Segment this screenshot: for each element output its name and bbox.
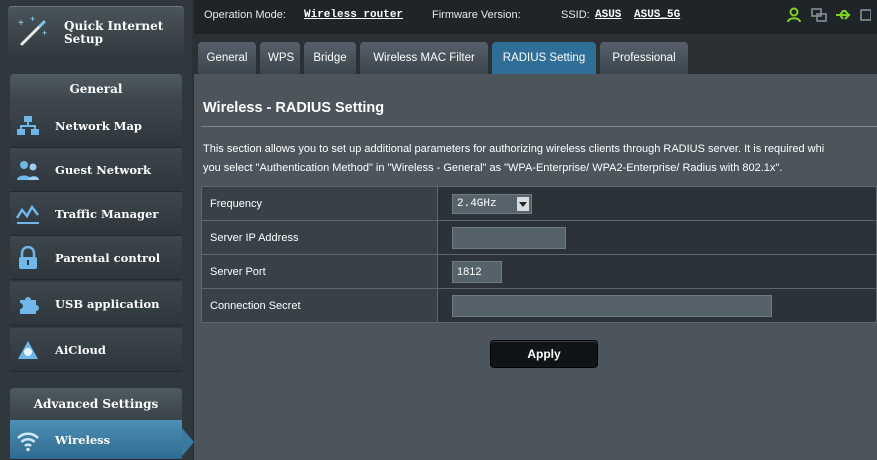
traffic-manager-icon [16, 204, 39, 224]
sidebar-item-label: AiCloud [55, 343, 106, 357]
tab-general[interactable]: General [198, 42, 256, 74]
tab-bar: General WPS Bridge Wireless MAC Filter R… [194, 34, 877, 74]
sidebar: + + + Quick Internet Setup General Netwo… [0, 0, 194, 460]
tab-radius-setting[interactable]: RADIUS Setting [492, 42, 596, 74]
advanced-settings-header: Advanced Settings [10, 388, 182, 420]
dropdown-arrow-icon[interactable] [517, 196, 529, 211]
server-ip-input[interactable] [452, 226, 566, 249]
radius-settings-table: Frequency 2.4GHz Server IP Address Serve… [201, 186, 877, 323]
connection-secret-input[interactable] [452, 294, 772, 317]
sidebar-item-label: Guest Network [55, 163, 152, 177]
title-divider [201, 126, 877, 127]
tab-wps[interactable]: WPS [260, 42, 300, 74]
sidebar-item-aicloud[interactable]: AiCloud [10, 328, 182, 372]
server-ip-cell [437, 220, 877, 255]
frequency-cell: 2.4GHz [437, 186, 877, 221]
svg-text:+: + [42, 28, 47, 38]
tab-professional[interactable]: Professional [600, 42, 688, 74]
devices-icon[interactable] [811, 7, 827, 23]
wifi-icon [17, 432, 39, 452]
user-icon[interactable] [786, 7, 802, 23]
table-row: Frequency 2.4GHz [201, 186, 877, 221]
connection-secret-cell [437, 288, 877, 323]
operation-mode-label: Operation Mode: [204, 9, 286, 21]
sidebar-item-wireless[interactable]: Wireless [10, 420, 194, 460]
sidebar-item-label: Wireless [55, 433, 111, 447]
description-line-1: This section allows you to set up additi… [203, 143, 825, 155]
svg-text:+: + [18, 18, 24, 29]
ssid-link-2g[interactable]: ASUS [595, 0, 621, 30]
tab-wireless-mac-filter[interactable]: Wireless MAC Filter [360, 42, 488, 74]
frequency-select[interactable]: 2.4GHz [452, 193, 532, 214]
sidebar-item-parental-control[interactable]: Parental control [10, 236, 182, 280]
operation-mode-link[interactable]: Wireless router [304, 0, 403, 30]
ssid-label: SSID: [561, 9, 590, 21]
svg-text:+: + [30, 14, 35, 24]
sidebar-item-label: Traffic Manager [55, 207, 159, 221]
ssid-link-5g[interactable]: ASUS_5G [634, 0, 680, 30]
frequency-label: Frequency [201, 186, 438, 221]
server-port-input[interactable]: 1812 [452, 260, 502, 283]
quick-internet-setup-button[interactable]: + + + Quick Internet Setup [8, 6, 184, 60]
connection-secret-label: Connection Secret [201, 288, 438, 323]
usb-icon[interactable] [835, 7, 851, 23]
table-row: Server Port 1812 [201, 254, 877, 289]
cloud-icon [18, 341, 38, 359]
general-section-header: General [10, 74, 182, 104]
apply-button[interactable]: Apply [490, 340, 598, 368]
puzzle-icon [20, 297, 39, 314]
sidebar-item-label: USB application [55, 297, 160, 311]
sidebar-item-network-map[interactable]: Network Map [10, 104, 182, 148]
sidebar-item-usb-application[interactable]: USB application [10, 282, 182, 326]
server-port-label: Server Port [201, 254, 438, 289]
server-ip-label: Server IP Address [201, 220, 438, 255]
page-description: This section allows you to set up additi… [203, 140, 877, 178]
server-port-cell: 1812 [437, 254, 877, 289]
description-line-2: you select "Authentication Method" in "W… [203, 162, 783, 174]
firmware-label: Firmware Version: [432, 9, 521, 21]
sidebar-item-traffic-manager[interactable]: Traffic Manager [10, 192, 182, 236]
tab-bridge[interactable]: Bridge [304, 42, 356, 74]
frequency-selected-value: 2.4GHz [457, 197, 497, 210]
sidebar-item-guest-network[interactable]: Guest Network [10, 148, 182, 192]
main-panel: Wireless - RADIUS Setting This section a… [194, 74, 877, 460]
page-title: Wireless - RADIUS Setting [203, 100, 385, 116]
guest-network-icon [17, 161, 39, 180]
table-row: Server IP Address [201, 220, 877, 255]
active-indicator [182, 428, 194, 456]
monitor-icon[interactable] [860, 7, 871, 23]
magic-wand-icon: + + + [18, 14, 47, 46]
status-bar: Operation Mode: Wireless router Firmware… [194, 0, 877, 34]
table-row: Connection Secret [201, 288, 877, 323]
sidebar-item-label: Network Map [55, 119, 142, 133]
quick-setup-label: Quick Internet Setup [64, 19, 164, 46]
sidebar-item-label: Parental control [55, 251, 161, 265]
lock-icon [19, 246, 37, 269]
network-map-icon [17, 116, 39, 135]
